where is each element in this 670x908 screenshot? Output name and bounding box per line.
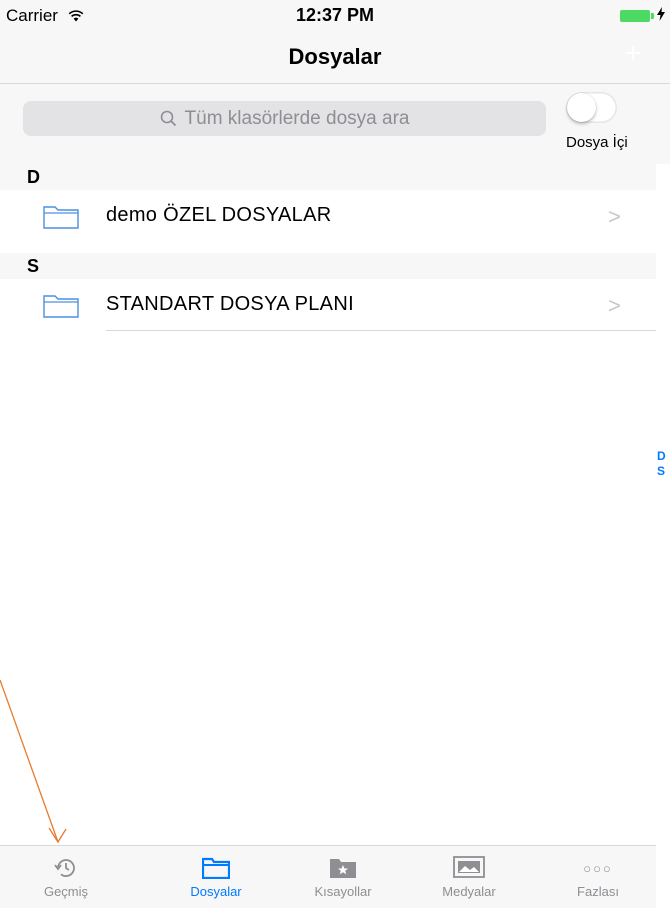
- search-input[interactable]: Tüm klasörlerde dosya ara: [23, 101, 546, 136]
- more-dots: ○○○: [583, 860, 613, 876]
- tab-label: Geçmiş: [43, 884, 89, 899]
- tab-label: Dosyalar: [190, 884, 242, 899]
- chevron-right-icon: >: [608, 204, 621, 229]
- tab-bar: Geçmiş Dosyalar Kısayollar Medyalar ○○○ …: [0, 845, 656, 908]
- section-header-d: D: [0, 164, 656, 190]
- status-bar: Carrier 12:37 PM: [0, 0, 670, 30]
- search-placeholder: Tüm klasörlerde dosya ara: [184, 107, 410, 129]
- status-time: 12:37 PM: [295, 5, 375, 25]
- tab-label: Kısayollar: [314, 884, 372, 899]
- row-divider: [106, 330, 656, 331]
- folder-name: demo ÖZEL DOSYALAR: [106, 204, 332, 226]
- star-folder-icon: [287, 856, 399, 880]
- content-search-toggle[interactable]: [566, 92, 617, 123]
- section-index[interactable]: D S: [657, 449, 670, 479]
- navigation-bar: Dosyalar +: [0, 30, 670, 84]
- battery-icon: [620, 10, 650, 22]
- folder-row[interactable]: STANDART DOSYA PLANI >: [0, 279, 656, 331]
- more-icon: ○○○: [542, 856, 654, 880]
- add-button[interactable]: +: [619, 38, 647, 70]
- battery-tip: [651, 13, 654, 19]
- tab-more[interactable]: ○○○ Fazlası: [542, 846, 654, 908]
- section-index-item[interactable]: S: [657, 464, 670, 479]
- photos-icon: [413, 856, 525, 880]
- charging-bolt-icon: [657, 7, 665, 26]
- folder-icon: [43, 294, 79, 323]
- search-area: Tüm klasörlerde dosya ara Dosya İçi: [0, 84, 670, 164]
- toggle-knob: [567, 93, 596, 122]
- page-title: Dosyalar: [288, 44, 382, 69]
- toggle-label: Dosya İçi: [566, 134, 628, 151]
- section-header-s: S: [0, 253, 656, 279]
- search-icon: [160, 110, 177, 127]
- tab-media[interactable]: Medyalar: [413, 846, 525, 908]
- tab-files[interactable]: Dosyalar: [160, 846, 272, 908]
- tab-label: Medyalar: [442, 884, 496, 899]
- history-icon: [10, 856, 122, 880]
- folder-row[interactable]: demo ÖZEL DOSYALAR >: [0, 190, 656, 242]
- tab-shortcuts[interactable]: Kısayollar: [287, 846, 399, 908]
- folder-icon: [43, 205, 79, 234]
- tab-history[interactable]: Geçmiş: [10, 846, 122, 908]
- folder-name: STANDART DOSYA PLANI: [106, 293, 354, 315]
- chevron-right-icon: >: [608, 293, 621, 318]
- folder-icon: [160, 856, 272, 880]
- tab-label: Fazlası: [577, 884, 619, 899]
- section-index-item[interactable]: D: [657, 449, 670, 464]
